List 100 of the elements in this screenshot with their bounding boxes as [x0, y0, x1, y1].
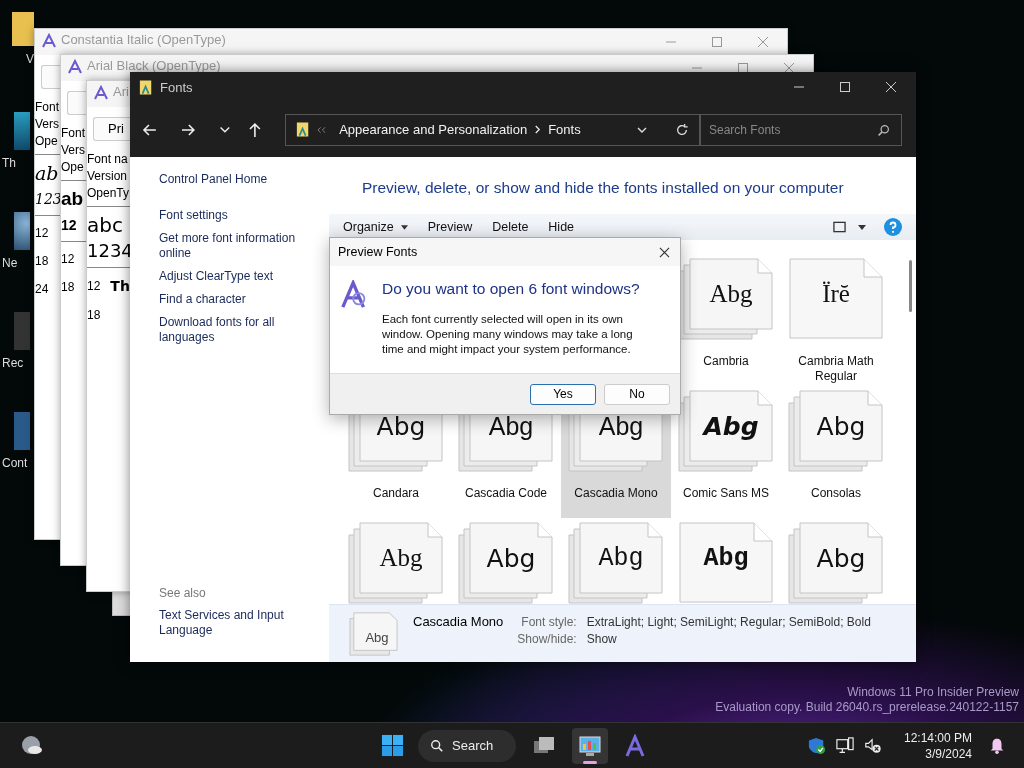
font-info-text: OpenTy — [87, 185, 130, 202]
dialog-button[interactable]: Yes — [530, 383, 596, 405]
search-icon — [877, 123, 890, 137]
field-value: Show — [586, 632, 618, 646]
breadcrumb-item[interactable]: Fonts — [548, 122, 581, 137]
font-name: Cambria — [702, 354, 750, 369]
font-info-text: Font — [61, 125, 85, 142]
field-label: Font style: — [520, 615, 577, 629]
dialog-button[interactable]: No — [604, 383, 670, 405]
double-chevron-icon[interactable] — [317, 125, 327, 134]
watermark-text: Evaluation copy. Build 26040.rs_prerelease.240122-1157 — [715, 700, 1019, 715]
font-sample: Abg — [487, 412, 535, 441]
help-icon[interactable] — [884, 218, 902, 236]
point-size: 18 — [61, 280, 75, 294]
font-item[interactable]: Abg Comic Sans MS — [671, 386, 781, 518]
search-field[interactable]: Search Fonts — [700, 113, 902, 146]
bell-icon[interactable] — [988, 736, 1006, 755]
font-sample: ab — [35, 161, 59, 186]
sidebar-link[interactable]: Text Services and Input Language — [159, 608, 329, 638]
fonts-folder-icon — [139, 78, 153, 96]
page-heading: Preview, delete, or show and hide the fonts installed on your computer — [361, 178, 845, 198]
font-item[interactable]: Abg Consolas — [781, 386, 891, 518]
chevron-right-icon — [534, 125, 542, 134]
window-title: Fonts — [160, 79, 193, 95]
font-item[interactable]: Abg — [341, 518, 451, 604]
sidebar-link[interactable]: Download fonts for all languages — [159, 315, 329, 345]
sidebar-link[interactable]: Find a character — [159, 292, 329, 307]
font-sample: Ïrĕ — [821, 280, 851, 308]
point-size: 12 — [61, 252, 75, 266]
font-info-text: Font na — [87, 151, 128, 168]
network-icon[interactable] — [835, 736, 854, 755]
scrollbar-thumb[interactable] — [909, 260, 912, 312]
close-icon[interactable] — [659, 246, 670, 258]
toolbar-button[interactable]: Hide — [548, 220, 575, 234]
font-item[interactable]: Abg — [781, 518, 891, 604]
toolbar-button[interactable]: Organize — [343, 220, 408, 234]
font-name: Candara — [372, 486, 420, 501]
taskbar-search[interactable]: Search — [418, 729, 516, 762]
refresh-icon[interactable] — [675, 122, 689, 137]
font-info-text: Ope — [61, 159, 84, 176]
breadcrumb-item[interactable]: Appearance and Personalization — [339, 122, 528, 137]
font-info-text: Version — [87, 168, 128, 185]
font-name: Cascadia Mono — [413, 614, 504, 629]
maximize-icon[interactable] — [839, 81, 851, 93]
toolbar-button[interactable]: Preview — [427, 220, 473, 234]
watermark-text: Windows 11 Pro Insider Preview — [847, 685, 1019, 700]
start-icon[interactable] — [381, 734, 404, 757]
toolbar-button[interactable]: Delete — [492, 220, 529, 234]
taskbar-app[interactable] — [572, 727, 608, 764]
font-name: Cambria Math Regular — [797, 354, 875, 384]
field-label: Show/hide: — [517, 632, 577, 646]
font-item[interactable]: Abg — [671, 518, 781, 604]
font-info-text: Vers — [61, 142, 85, 159]
close-icon[interactable] — [783, 62, 795, 74]
desktop-shortcut-icon[interactable] — [14, 212, 30, 250]
desktop-shortcut-icon[interactable] — [14, 112, 30, 150]
font-sample: 12 — [61, 216, 77, 235]
font-name: Comic Sans MS — [682, 486, 770, 501]
see-also-heading: See also — [159, 586, 207, 600]
font-item[interactable]: Abg — [451, 518, 561, 604]
sidebar-link[interactable]: Font settings — [159, 208, 329, 223]
sidebar-link[interactable]: Control Panel Home — [159, 172, 329, 187]
font-item[interactable]: Ïrĕ Cambria Math Regular — [781, 254, 891, 386]
font-sample: Abg — [597, 544, 645, 573]
shield-check-icon[interactable] — [807, 736, 826, 755]
view-icon[interactable] — [833, 221, 846, 233]
font-sample: 123 — [35, 190, 62, 209]
volume-muted-icon[interactable] — [863, 736, 882, 755]
page-stack-icon — [349, 611, 399, 657]
font-app-icon — [93, 85, 109, 101]
desktop-icon-label: Cont — [2, 456, 28, 470]
window-title: Arial Black (OpenType) — [87, 59, 221, 73]
font-info-text: Vers — [35, 116, 59, 133]
font-name: Cascadia Mono — [573, 486, 659, 501]
print-button[interactable]: Pri — [93, 117, 131, 141]
sidebar-link[interactable]: Get more font information online — [159, 231, 329, 261]
desktop-icon-label: Ne — [2, 256, 18, 270]
font-sample: ab — [61, 187, 84, 211]
desktop-icon-label: Th — [2, 156, 16, 170]
font-sample: 1234 — [87, 239, 133, 263]
font-sample: Abg — [815, 544, 867, 573]
desktop-icon-label: Rec — [2, 356, 24, 370]
font-sample: Abg — [375, 412, 427, 441]
caret-icon[interactable] — [858, 224, 866, 230]
font-info-text: Font — [35, 99, 59, 116]
clock[interactable]: 12:14:00 PM 3/9/2024 — [903, 729, 972, 762]
point-size: 24 — [35, 282, 49, 296]
font-sample: Th — [110, 278, 130, 294]
address-bar[interactable]: Appearance and Personalization Fonts — [285, 113, 700, 146]
font-sample: Abg — [378, 544, 424, 572]
point-size: 18 — [35, 254, 49, 268]
search-icon — [430, 738, 444, 753]
font-sample: Abg — [597, 412, 645, 441]
font-name: Cascadia Code — [463, 486, 549, 501]
dialog-question: Do you want to open 6 font windows? — [382, 280, 641, 298]
font-sample: Abg — [815, 412, 867, 441]
desktop-icon-label: V — [26, 52, 34, 66]
font-item[interactable]: Abg — [561, 518, 671, 604]
sidebar-link[interactable]: Adjust ClearType text — [159, 269, 329, 284]
font-sample: abc — [87, 212, 123, 239]
